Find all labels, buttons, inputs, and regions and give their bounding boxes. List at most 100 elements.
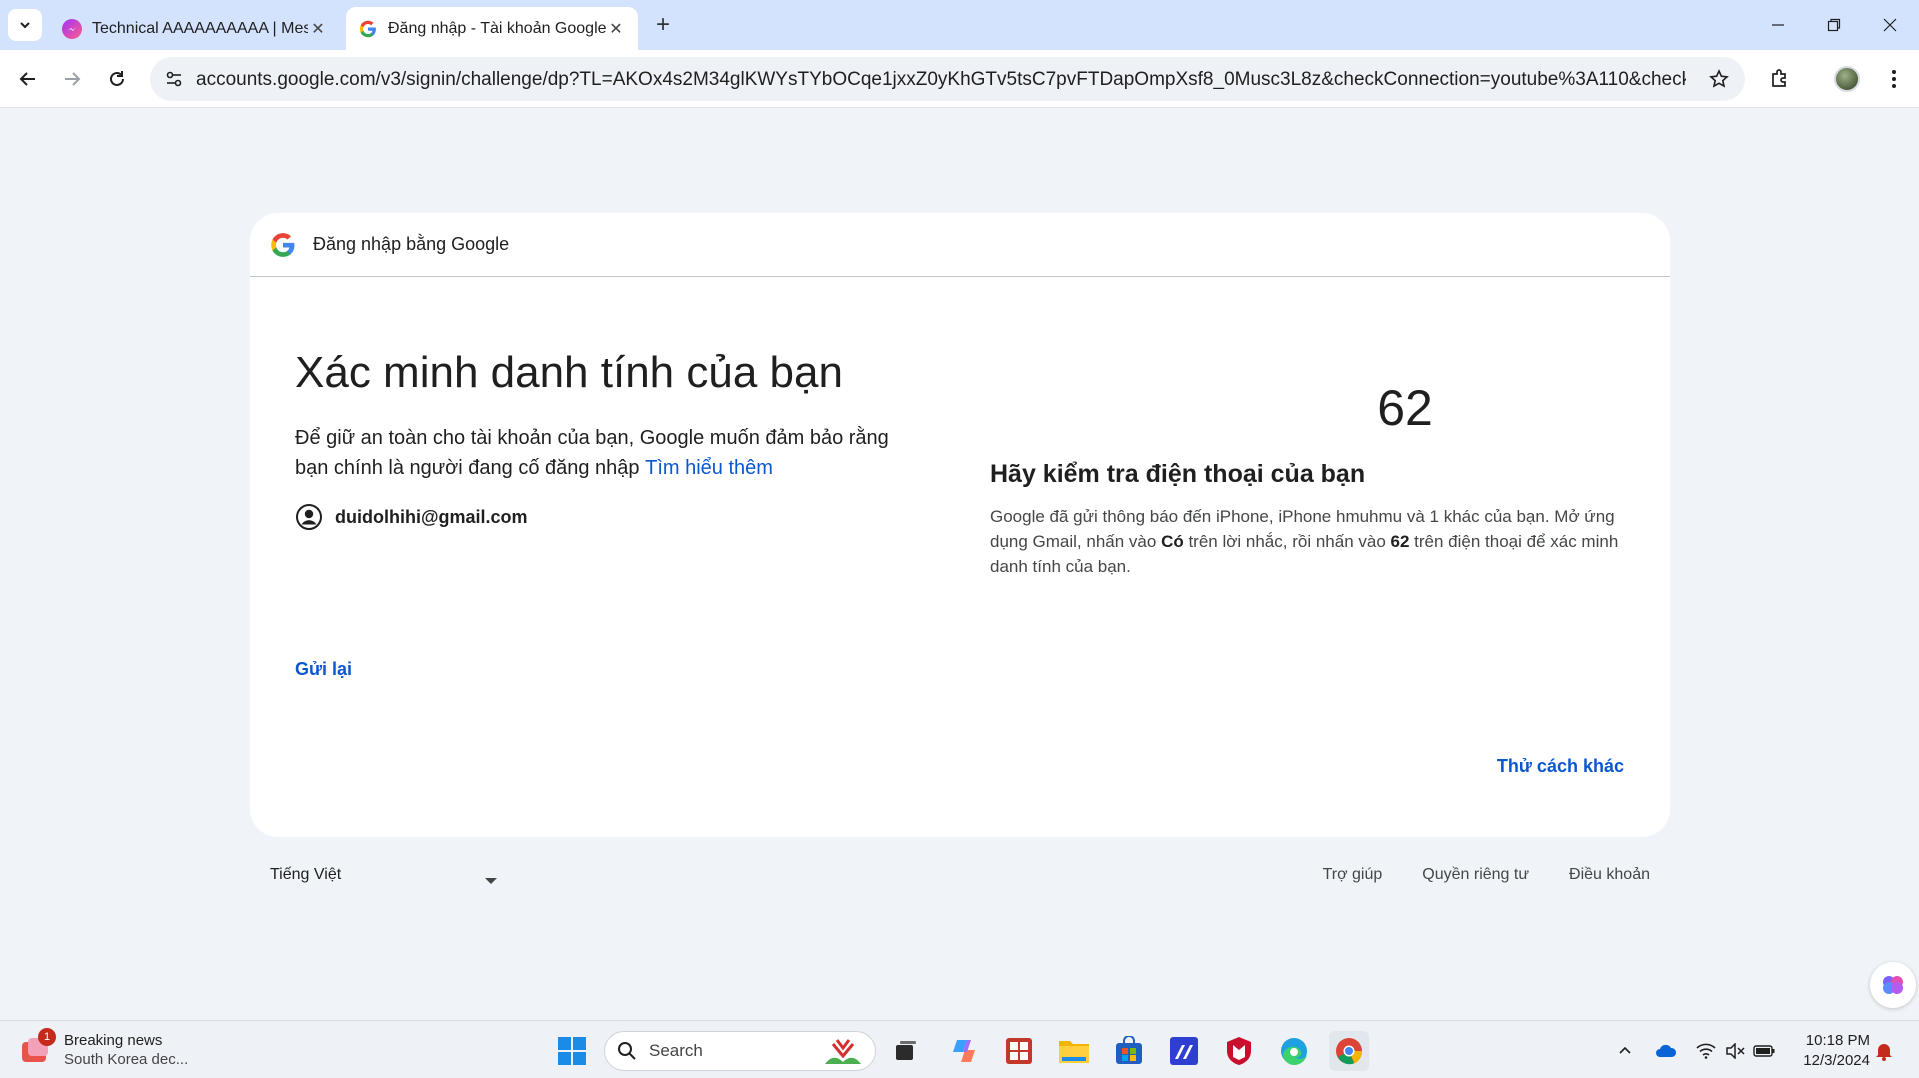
store-icon — [1116, 1036, 1142, 1064]
editor-app[interactable] — [1164, 1031, 1204, 1071]
close-icon[interactable]: ✕ — [308, 19, 328, 39]
bookmark-star-icon[interactable] — [1705, 65, 1733, 93]
wifi-tray[interactable] — [1694, 1039, 1718, 1063]
arrow-right-icon — [65, 72, 81, 86]
volume-tray[interactable] — [1723, 1039, 1747, 1063]
chrome-app[interactable] — [1329, 1031, 1369, 1071]
close-window-button[interactable] — [1862, 0, 1918, 50]
clock[interactable]: 10:18 PM 12/3/2024 — [1790, 1031, 1870, 1071]
folder-icon — [1059, 1041, 1089, 1063]
new-tab-button[interactable]: + — [648, 10, 678, 40]
file-explorer-app[interactable] — [1054, 1031, 1094, 1071]
caret-down-icon — [485, 878, 497, 884]
page-description: Để giữ an toàn cho tài khoản của bạn, Go… — [295, 423, 915, 483]
check-phone-description: Google đã gửi thông báo đến iPhone, iPho… — [990, 504, 1620, 579]
header-title: Đăng nhập bằng Google — [313, 234, 510, 254]
footer-links: Trợ giúp Quyền riêng tư Điều khoản — [1323, 866, 1650, 884]
onedrive-tray[interactable] — [1654, 1039, 1678, 1063]
cloud-icon — [1656, 1044, 1677, 1057]
notifications-tray[interactable] — [1872, 1039, 1896, 1063]
page-footer: Tiếng Việt Trợ giúp Quyền riêng tư Điều … — [250, 862, 1670, 892]
brain-icon — [1883, 976, 1903, 994]
show-hidden-icons-button[interactable] — [1613, 1039, 1637, 1063]
notification-badge: 1 — [38, 1028, 56, 1046]
news-text: Breaking news South Korea dec... — [64, 1031, 188, 1069]
terms-link[interactable]: Điều khoản — [1569, 866, 1650, 884]
edge-icon — [1281, 1038, 1307, 1065]
store-app[interactable] — [1109, 1031, 1149, 1071]
news-widget[interactable]: 1 Breaking news South Korea dec... — [20, 1028, 188, 1069]
wifi-icon — [1696, 1043, 1716, 1059]
copilot-icon — [953, 1040, 975, 1062]
description-text: Để giữ an toàn cho tài khoản của bạn, Go… — [295, 427, 889, 479]
close-icon[interactable]: ✕ — [606, 19, 626, 39]
extensions-button[interactable] — [1762, 61, 1798, 97]
pen-app-icon — [1170, 1037, 1198, 1065]
google-icon — [358, 19, 378, 39]
arrow-left-icon — [19, 72, 35, 86]
kebab-menu-icon — [1892, 70, 1896, 88]
calendar-app[interactable] — [999, 1031, 1039, 1071]
windows-taskbar: 1 Breaking news South Korea dec... Searc… — [0, 1020, 1919, 1078]
task-view-button[interactable] — [886, 1031, 926, 1071]
menu-button[interactable] — [1876, 61, 1912, 97]
language-label: Tiếng Việt — [270, 866, 342, 883]
minimize-icon — [1772, 24, 1784, 26]
account-circle-icon — [296, 504, 322, 530]
chevron-up-icon — [1619, 1046, 1631, 1054]
search-icon — [618, 1042, 636, 1060]
start-button[interactable] — [552, 1031, 592, 1071]
taskbar-search[interactable]: Search — [604, 1031, 876, 1071]
copilot-app[interactable] — [944, 1031, 984, 1071]
verification-number: 62 — [1377, 380, 1433, 436]
news-icon: 1 — [20, 1028, 56, 1066]
minimize-button[interactable] — [1750, 0, 1806, 50]
volume-muted-icon — [1726, 1043, 1745, 1059]
account-chip[interactable]: duidolhihi@gmail.com — [295, 503, 528, 531]
signin-card: Đăng nhập bằng Google Xác minh danh tính… — [250, 213, 1670, 837]
resend-button[interactable]: Gửi lại — [295, 659, 352, 680]
copilot-sidebar-button[interactable] — [1870, 962, 1916, 1008]
browser-toolbar: accounts.google.com/v3/signin/challenge/… — [0, 50, 1919, 108]
edge-app[interactable] — [1274, 1031, 1314, 1071]
calendar-icon — [1006, 1038, 1032, 1064]
profile-button[interactable] — [1829, 61, 1865, 97]
reload-icon — [110, 71, 124, 86]
account-email: duidolhihi@gmail.com — [335, 506, 528, 527]
card-header: Đăng nhập bằng Google — [250, 213, 1670, 277]
windows-logo-icon — [558, 1037, 586, 1065]
chevron-down-icon — [20, 22, 30, 29]
shield-icon — [1227, 1037, 1251, 1065]
check-desc-number: 62 — [1390, 532, 1410, 551]
search-highlight-icon — [825, 1039, 861, 1064]
address-bar[interactable]: accounts.google.com/v3/signin/challenge/… — [150, 57, 1745, 101]
url-text[interactable]: accounts.google.com/v3/signin/challenge/… — [196, 69, 1686, 91]
site-info-icon[interactable] — [160, 65, 188, 93]
try-another-way-button[interactable]: Thử cách khác — [1497, 756, 1624, 777]
chrome-icon — [1336, 1038, 1363, 1065]
clock-date: 12/3/2024 — [1803, 1052, 1870, 1069]
help-link[interactable]: Trợ giúp — [1323, 866, 1383, 884]
bell-icon — [1876, 1044, 1892, 1061]
tab-title: Đăng nhập - Tài khoản Google — [388, 19, 606, 37]
check-desc-part: trên lời nhắc, rồi nhấn vào — [1183, 532, 1391, 551]
mcafee-app[interactable] — [1219, 1031, 1259, 1071]
tab-google-signin[interactable]: Đăng nhập - Tài khoản Google ✕ — [346, 7, 638, 50]
privacy-link[interactable]: Quyền riêng tư — [1422, 866, 1529, 884]
messenger-icon — [62, 18, 82, 39]
back-button[interactable] — [10, 61, 46, 97]
restore-icon — [1827, 18, 1841, 32]
reload-button[interactable] — [99, 61, 135, 97]
restore-button[interactable] — [1806, 0, 1862, 50]
forward-button[interactable] — [54, 61, 90, 97]
battery-tray[interactable] — [1752, 1039, 1776, 1063]
news-subtitle: South Korea dec... — [64, 1051, 189, 1068]
check-desc-yes: Có — [1161, 532, 1184, 551]
search-placeholder: Search — [649, 1041, 703, 1060]
tab-strip: Technical AAAAAAAAAA | Messenger ✕ Đăng … — [0, 0, 1919, 50]
language-select[interactable]: Tiếng Việt — [270, 866, 497, 884]
tab-search-button[interactable] — [8, 9, 42, 41]
learn-more-link[interactable]: Tìm hiểu thêm — [645, 457, 773, 479]
clock-time: 10:18 PM — [1805, 1032, 1870, 1049]
tab-messenger[interactable]: Technical AAAAAAAAAA | Messenger ✕ — [50, 7, 340, 50]
